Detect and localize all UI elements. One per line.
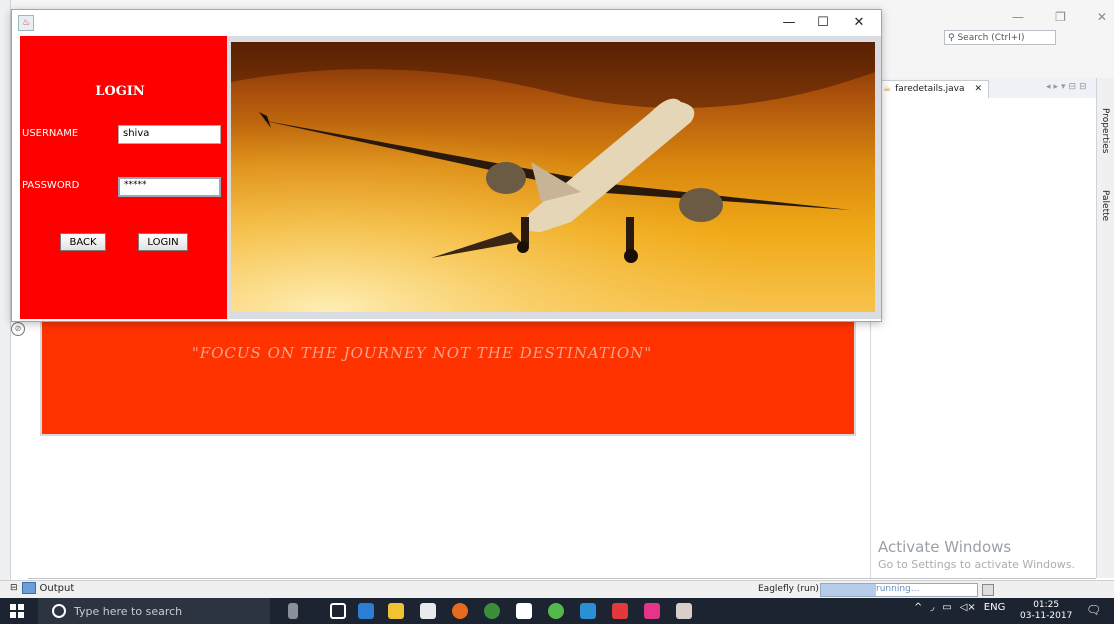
output-tab-label: Output	[39, 582, 75, 594]
acrobat-icon[interactable]	[612, 603, 628, 619]
stop-icon[interactable]: ⊘	[11, 322, 25, 336]
divider	[28, 578, 1096, 579]
cortana-icon	[52, 604, 66, 618]
java-app-icon: ♨	[18, 15, 34, 31]
run-progress-fill	[821, 584, 876, 596]
netbeans-icon[interactable]	[580, 603, 596, 619]
side-panel-properties[interactable]: Properties	[1100, 108, 1110, 153]
speaker-muted-icon[interactable]: ◁×	[960, 602, 976, 613]
tab-navigation-icons[interactable]: ◂▸▾⊟⊟	[1046, 82, 1090, 92]
output-tab[interactable]: ⊟ Output	[10, 582, 74, 594]
microphone-icon[interactable]	[288, 603, 298, 619]
java-file-icon: ☕	[883, 84, 892, 94]
ide-minimize-button[interactable]: —	[1012, 10, 1024, 26]
airplane-image	[231, 42, 875, 312]
airplane-illustration	[231, 42, 875, 312]
taskbar-clock[interactable]: 01:25 03-11-2017	[1020, 600, 1072, 622]
image-frame	[227, 36, 881, 319]
back-button[interactable]: BACK	[60, 233, 106, 251]
taskbar-search-placeholder: Type here to search	[74, 604, 183, 618]
side-panel-palette[interactable]: Palette	[1100, 190, 1110, 221]
window-titlebar[interactable]: ♨ — ☐ ✕	[12, 10, 881, 36]
clock-date: 03-11-2017	[1020, 611, 1073, 621]
ide-search-placeholder: Search (Ctrl+I)	[957, 33, 1025, 43]
activate-windows-subtitle: Go to Settings to activate Windows.	[878, 558, 1076, 571]
password-input[interactable]: *****	[118, 177, 221, 197]
java-taskbar-icon[interactable]	[676, 603, 692, 619]
battery-icon[interactable]: ▭	[942, 602, 951, 613]
ide-close-button[interactable]: ✕	[1097, 10, 1107, 26]
ide-search-input[interactable]: ⚲ Search (Ctrl+I)	[944, 30, 1056, 45]
run-label[interactable]: Eaglefly (run)	[758, 584, 819, 594]
notification-center-icon[interactable]: 🗨	[1086, 603, 1101, 617]
tab-faredetails[interactable]: ☕ faredetails.java ✕	[876, 80, 990, 98]
system-tray: ^ ◞ ▭ ◁× ENG	[914, 602, 1005, 613]
quote-banner: "FOCUS ON THE JOURNEY NOT THE DESTINATIO…	[40, 318, 856, 436]
firefox-icon[interactable]	[452, 603, 468, 619]
login-window: ♨ — ☐ ✕ LOGIN USERNAME shiva PASSWORD **…	[11, 9, 882, 322]
login-title: LOGIN	[95, 84, 145, 99]
banner-quote: "FOCUS ON THE JOURNEY NOT THE DESTINATIO…	[191, 344, 653, 362]
minimize-button[interactable]: —	[774, 13, 804, 33]
clock-time: 01:25	[1033, 600, 1060, 610]
windows-start-icon[interactable]	[10, 604, 24, 618]
login-button[interactable]: LOGIN	[138, 233, 188, 251]
close-icon[interactable]: ✕	[975, 81, 983, 98]
app-icon[interactable]	[644, 603, 660, 619]
ide-restore-button[interactable]: ❐	[1055, 10, 1066, 26]
chevron-up-icon[interactable]: ^	[914, 602, 922, 613]
username-label: USERNAME	[22, 128, 79, 139]
network-icon[interactable]: ◞	[930, 602, 934, 613]
ide-editor-area[interactable]	[870, 98, 1096, 578]
edge-icon[interactable]	[358, 603, 374, 619]
username-input[interactable]: shiva	[118, 125, 221, 144]
store-icon[interactable]	[420, 603, 436, 619]
ide-window-controls: — ❐ ✕	[1012, 10, 1107, 26]
ide-side-panel: Properties Palette	[1096, 78, 1114, 578]
tab-label: faredetails.java	[895, 84, 965, 94]
maximize-button[interactable]: ☐	[808, 13, 838, 33]
password-label: PASSWORD	[22, 180, 80, 191]
chrome-icon[interactable]	[484, 603, 500, 619]
utorrent-icon[interactable]	[548, 603, 564, 619]
ide-left-strip	[0, 0, 11, 582]
close-button[interactable]: ✕	[844, 13, 874, 33]
status-icon[interactable]	[982, 584, 994, 596]
mail-icon[interactable]	[516, 603, 532, 619]
output-window-icon	[21, 582, 36, 594]
file-explorer-icon[interactable]	[388, 603, 404, 619]
dock-icon: ⊟	[10, 583, 18, 593]
task-view-icon[interactable]	[330, 603, 346, 619]
activate-windows-title: Activate Windows	[878, 538, 1012, 556]
login-panel: LOGIN USERNAME shiva PASSWORD ***** BACK…	[20, 36, 227, 319]
language-indicator[interactable]: ENG	[984, 602, 1006, 613]
run-status: running...	[876, 584, 920, 594]
taskbar-search-box[interactable]: Type here to search	[38, 598, 270, 624]
